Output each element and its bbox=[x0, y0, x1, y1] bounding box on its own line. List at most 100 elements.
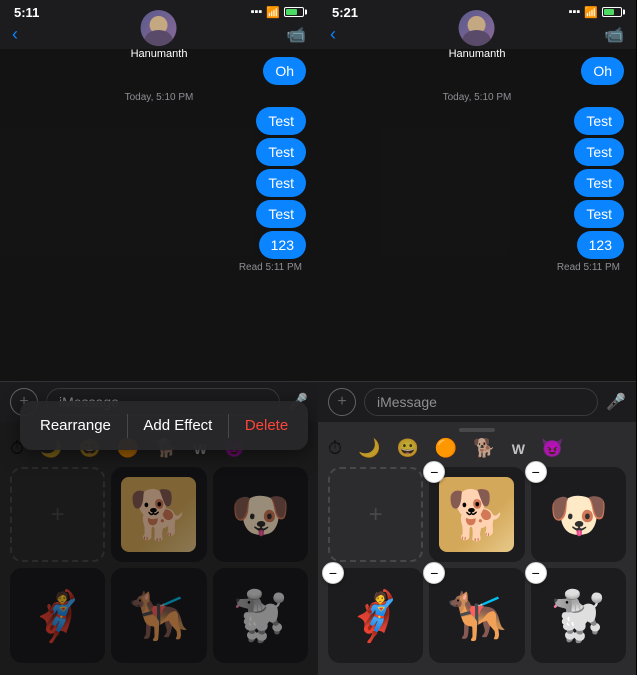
contact-name-left: Hanumanth bbox=[131, 48, 188, 60]
back-button-right[interactable]: ‹ bbox=[330, 24, 336, 45]
sticker-cell-char-r[interactable] bbox=[328, 568, 423, 663]
shelf-grid-right: + − − − bbox=[318, 461, 636, 669]
message-row-123: 123 bbox=[12, 231, 306, 262]
status-icons-right: ▪▪▪ 📶 bbox=[569, 6, 622, 19]
add-sticker-icon-right: + bbox=[369, 501, 383, 529]
sticker-dog4-r bbox=[541, 578, 616, 653]
sticker-cell-dog1-left[interactable] bbox=[111, 467, 206, 562]
add-attachment-button-right[interactable]: + bbox=[328, 388, 356, 416]
sticker-shelf-right: ⏱ 🌙 😀 🟠 🐕 W 😈 + − bbox=[318, 422, 636, 675]
message-bubble-test3: Test bbox=[256, 169, 306, 197]
message-row-test1-r: Test bbox=[330, 107, 624, 138]
sticker-cell-dog1-r[interactable] bbox=[429, 467, 524, 562]
sticker-dog2-r bbox=[541, 477, 616, 552]
sticker-wrapper-dog2-r: − bbox=[531, 467, 626, 562]
sticker-character-r bbox=[338, 578, 413, 653]
add-sticker-cell-left[interactable]: + bbox=[10, 467, 105, 562]
message-row-oh-r: Oh bbox=[330, 57, 624, 88]
shelf-grid-left: + bbox=[0, 461, 318, 669]
avatar-body-right bbox=[463, 30, 491, 46]
video-call-button-right[interactable]: 📹 bbox=[604, 25, 624, 45]
sticker-cell-dog3-r[interactable] bbox=[429, 568, 524, 663]
input-bar-right: + iMessage 🎤 bbox=[318, 381, 636, 422]
avatar-left[interactable] bbox=[141, 10, 177, 46]
context-add-effect[interactable]: Add Effect bbox=[127, 411, 228, 440]
sticker-shelf-left: ⏱ 🌙 😀 🟠 🐕 W 😈 + bbox=[0, 422, 318, 675]
message-row-oh: Oh bbox=[12, 57, 306, 88]
status-time-left: 5:11 bbox=[14, 5, 39, 20]
shelf-tab-moon-r[interactable]: 🌙 bbox=[358, 438, 380, 459]
message-bubble-test1: Test bbox=[256, 107, 306, 135]
remove-button-char[interactable]: − bbox=[322, 562, 344, 584]
sticker-dog1-r bbox=[439, 477, 514, 552]
sticker-cell-dog4-r[interactable] bbox=[531, 568, 626, 663]
shelf-tab-recent-r[interactable]: ⏱ bbox=[328, 438, 342, 459]
sticker-cell-dog2-r[interactable] bbox=[531, 467, 626, 562]
sticker-cell-dog4-left[interactable] bbox=[213, 568, 308, 663]
message-row-123-r: 123 bbox=[330, 231, 624, 262]
back-button-left[interactable]: ‹ bbox=[12, 24, 18, 45]
wifi-icon: 📶 bbox=[266, 6, 280, 19]
message-row-test4: Test bbox=[12, 200, 306, 231]
status-time-right: 5:21 bbox=[332, 5, 358, 20]
context-menu: Rearrange Add Effect Delete bbox=[20, 401, 308, 450]
remove-button-dog2[interactable]: − bbox=[525, 461, 547, 483]
contact-center-right: Hanumanth bbox=[449, 10, 506, 60]
message-row-test3-r: Test bbox=[330, 169, 624, 200]
nav-header-right: ‹ Hanumanth 📹 bbox=[318, 22, 636, 49]
signal-icon: ▪▪▪ bbox=[251, 6, 263, 18]
message-bubble-test2: Test bbox=[256, 138, 306, 166]
timestamp-left: Today, 5:10 PM bbox=[12, 92, 306, 103]
right-panel: 5:21 ▪▪▪ 📶 ‹ Hanumanth 📹 Oh Today, 5:10 … bbox=[318, 0, 636, 675]
message-row-test2: Test bbox=[12, 138, 306, 169]
shelf-tab-dog-r[interactable]: 🐕 bbox=[473, 438, 495, 459]
read-receipt-left: Read 5:11 PM bbox=[12, 262, 306, 273]
avatar-right[interactable] bbox=[459, 10, 495, 46]
add-sticker-cell-right[interactable]: + bbox=[328, 467, 423, 562]
shelf-tabs-right: ⏱ 🌙 😀 🟠 🐕 W 😈 bbox=[318, 436, 636, 461]
sticker-cell-dog3-left[interactable] bbox=[111, 568, 206, 663]
sticker-dog3-r bbox=[439, 578, 514, 653]
message-bubble-test1-r: Test bbox=[574, 107, 624, 135]
message-bubble-oh: Oh bbox=[263, 57, 306, 85]
sticker-cell-char-left[interactable] bbox=[10, 568, 105, 663]
video-call-button-left[interactable]: 📹 bbox=[286, 25, 306, 45]
handle-bar-right bbox=[459, 428, 495, 432]
sticker-wrapper-dog3-r: − bbox=[429, 568, 524, 663]
timestamp-right: Today, 5:10 PM bbox=[330, 92, 624, 103]
message-bubble-test3-r: Test bbox=[574, 169, 624, 197]
sticker-character bbox=[20, 578, 95, 653]
remove-button-dog4[interactable]: − bbox=[525, 562, 547, 584]
sticker-dog4 bbox=[223, 578, 298, 653]
sticker-cell-dog2-left[interactable] bbox=[213, 467, 308, 562]
message-bubble-test4-r: Test bbox=[574, 200, 624, 228]
shelf-tab-wiki-r[interactable]: W bbox=[512, 441, 525, 457]
context-rearrange[interactable]: Rearrange bbox=[24, 411, 127, 440]
battery-icon-right bbox=[602, 7, 622, 17]
shelf-tab-emoji-r[interactable]: 😀 bbox=[396, 438, 418, 459]
contact-name-right: Hanumanth bbox=[449, 48, 506, 60]
battery-icon bbox=[284, 7, 304, 17]
sticker-wrapper-char-r: − bbox=[328, 568, 423, 663]
sticker-wrapper-dog1-r: − bbox=[429, 467, 524, 562]
message-bubble-123-r: 123 bbox=[577, 231, 624, 259]
message-bubble-123: 123 bbox=[259, 231, 306, 259]
chat-area-right: Oh Today, 5:10 PM Test Test Test Test 12… bbox=[318, 49, 636, 381]
wifi-icon-right: 📶 bbox=[584, 6, 598, 19]
add-sticker-icon: + bbox=[51, 501, 65, 529]
shelf-tab-demon-r[interactable]: 😈 bbox=[541, 438, 563, 459]
read-receipt-right: Read 5:11 PM bbox=[330, 262, 624, 273]
context-delete[interactable]: Delete bbox=[229, 411, 304, 440]
sticker-dog3 bbox=[121, 578, 196, 653]
shelf-tab-dot-r[interactable]: 🟠 bbox=[435, 438, 457, 459]
sticker-wrapper-dog4-r: − bbox=[531, 568, 626, 663]
chat-area-left: Oh Today, 5:10 PM Test Test Test Test 12… bbox=[0, 49, 318, 381]
message-row-test3: Test bbox=[12, 169, 306, 200]
battery-fill-right bbox=[604, 9, 614, 15]
sticker-dog1 bbox=[121, 477, 196, 552]
message-bubble-test4: Test bbox=[256, 200, 306, 228]
mic-button-right[interactable]: 🎤 bbox=[606, 392, 626, 412]
signal-icon-right: ▪▪▪ bbox=[569, 6, 581, 18]
left-panel: 5:11 ▪▪▪ 📶 ‹ Hanumanth 📹 Oh Today, 5:10 … bbox=[0, 0, 318, 675]
message-input-right[interactable]: iMessage bbox=[364, 388, 598, 416]
